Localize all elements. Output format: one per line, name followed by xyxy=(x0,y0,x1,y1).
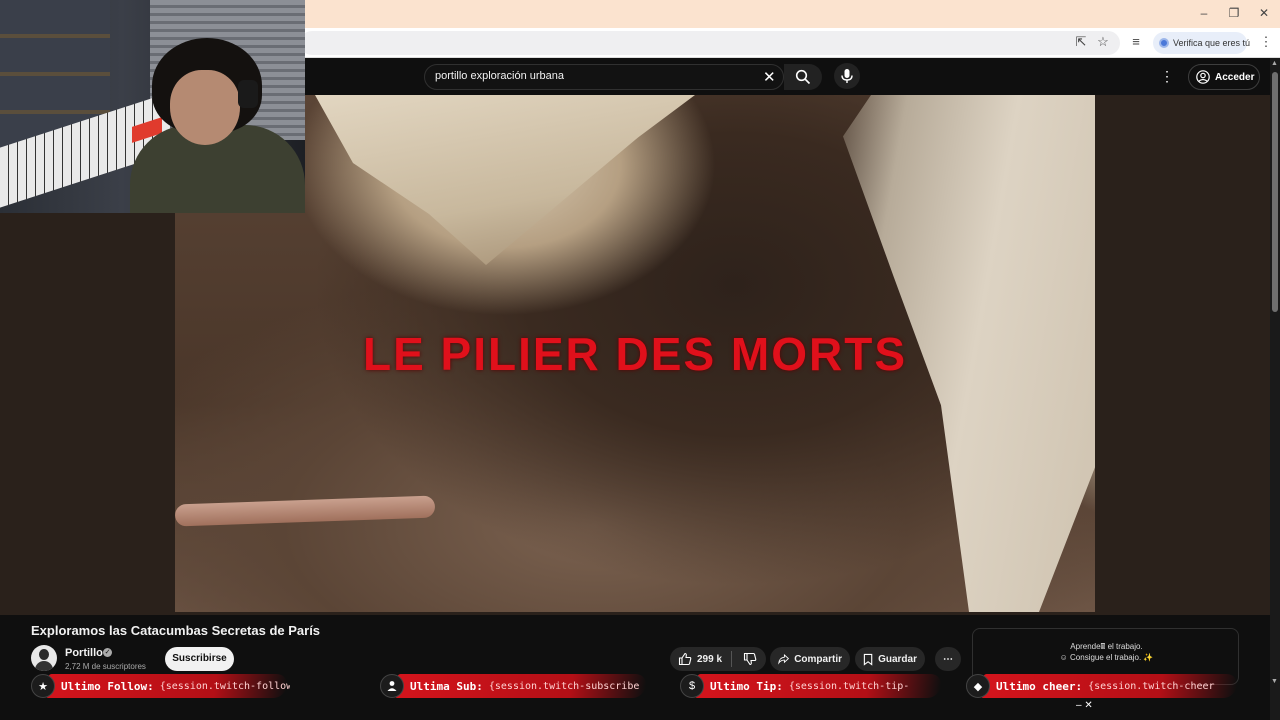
verify-label: Verifica que eres tú xyxy=(1173,38,1251,48)
video-title: Exploramos las Catacumbas Secretas de Pa… xyxy=(31,623,321,638)
browser-menu-icon[interactable]: ⋮ xyxy=(1257,34,1275,50)
alert-last-sub: Ultima Sub: {session.twitch-subscriber xyxy=(380,672,648,700)
reading-list-icon[interactable]: ≡ xyxy=(1127,34,1145,49)
like-divider xyxy=(731,651,733,667)
restore-icon[interactable]: ❐ xyxy=(1226,6,1242,20)
thumbs-down-icon[interactable] xyxy=(743,652,757,666)
alert-value: {session.twitch-tip- xyxy=(788,680,910,692)
account-icon xyxy=(1196,70,1210,84)
save-button[interactable]: Guardar xyxy=(855,647,925,671)
address-bar[interactable] xyxy=(300,31,1120,55)
signin-button[interactable]: Acceder xyxy=(1188,64,1260,90)
clear-search-icon[interactable]: ✕ xyxy=(763,68,776,86)
stream-alerts-bar: ★ Ultimo Follow: {session.twitch-followe… xyxy=(0,670,1280,702)
thumbs-up-icon[interactable] xyxy=(678,652,692,666)
overlay-close-icon[interactable]: – ✕ xyxy=(1076,700,1093,711)
signin-label: Acceder xyxy=(1215,71,1255,83)
video-player[interactable]: LE PILIER DES MORTS xyxy=(175,95,1095,612)
bookmark-star-icon[interactable]: ☆ xyxy=(1094,34,1112,50)
channel-name[interactable]: Portillo xyxy=(65,647,103,659)
share-label: Compartir xyxy=(794,653,842,665)
alert-label: Ultimo Tip: xyxy=(710,679,783,693)
settings-more-icon[interactable]: ⋮ xyxy=(1160,68,1174,85)
verified-icon: ✓ xyxy=(103,648,112,657)
ad-line-2: ☺ Consigue el trabajo. ✨ xyxy=(1059,653,1154,662)
gem-icon: ◆ xyxy=(966,674,990,698)
verify-identity-chip[interactable]: Verifica que eres tú xyxy=(1153,32,1251,54)
coin-icon: $ xyxy=(680,674,704,698)
profile-dot-icon xyxy=(1159,38,1169,48)
share-button[interactable]: Compartir xyxy=(770,647,850,671)
alert-last-cheer: ◆ Ultimo cheer: {session.twitch-cheer xyxy=(966,672,1239,700)
wooden-stick xyxy=(175,495,436,527)
search-icon xyxy=(795,69,811,85)
alert-value: {session.twitch-cheer xyxy=(1088,680,1215,692)
channel-avatar[interactable] xyxy=(31,645,57,671)
voice-search-button[interactable] xyxy=(834,63,860,89)
alert-label: Ultimo cheer: xyxy=(996,679,1083,693)
more-horizontal-icon: ⋯ xyxy=(943,653,953,665)
avatar-head xyxy=(39,649,49,660)
bookmark-icon xyxy=(863,653,873,666)
headphone-icon xyxy=(238,80,258,108)
subscribe-button[interactable]: Suscribirse xyxy=(165,647,234,671)
more-actions-button[interactable]: ⋯ xyxy=(935,647,961,671)
share-icon xyxy=(778,654,790,665)
streamer-webcam xyxy=(0,0,305,213)
alert-last-tip: $ Ultimo Tip: {session.twitch-tip- xyxy=(680,672,943,700)
star-icon: ★ xyxy=(31,674,55,698)
alert-label: Ultimo Follow: xyxy=(61,679,154,693)
close-window-icon[interactable]: ✕ xyxy=(1256,6,1272,20)
alert-value: {session.twitch-subscriber xyxy=(488,680,639,692)
page-scrollbar[interactable]: ▲ ▼ xyxy=(1270,58,1280,720)
microphone-icon xyxy=(841,69,853,83)
alert-last-follow: ★ Ultimo Follow: {session.twitch-followe… xyxy=(31,672,290,700)
scroll-thumb[interactable] xyxy=(1272,72,1278,312)
alert-label: Ultima Sub: xyxy=(410,679,483,693)
rock-formation-top xyxy=(315,95,695,265)
streamer-face xyxy=(170,70,240,145)
video-overlay-title: LE PILIER DES MORTS xyxy=(362,328,908,380)
person-glyph xyxy=(387,681,397,691)
screen: – ❐ ✕ ⇱ ☆ ≡ Verifica que eres tú ⋮ porti… xyxy=(0,0,1280,720)
search-input[interactable]: portillo exploración urbana ✕ xyxy=(424,64,784,90)
save-label: Guardar xyxy=(878,653,917,665)
install-app-icon[interactable]: ⇱ xyxy=(1072,34,1090,50)
like-dislike-group: 299 k xyxy=(670,647,766,671)
scroll-up-icon[interactable]: ▲ xyxy=(1271,60,1278,67)
alert-value: {session.twitch-follower xyxy=(159,680,290,692)
search-button[interactable] xyxy=(784,64,822,90)
search-query: portillo exploración urbana xyxy=(435,70,565,82)
like-count[interactable]: 299 k xyxy=(697,654,722,665)
minimize-icon[interactable]: – xyxy=(1196,6,1212,20)
person-icon xyxy=(380,674,404,698)
